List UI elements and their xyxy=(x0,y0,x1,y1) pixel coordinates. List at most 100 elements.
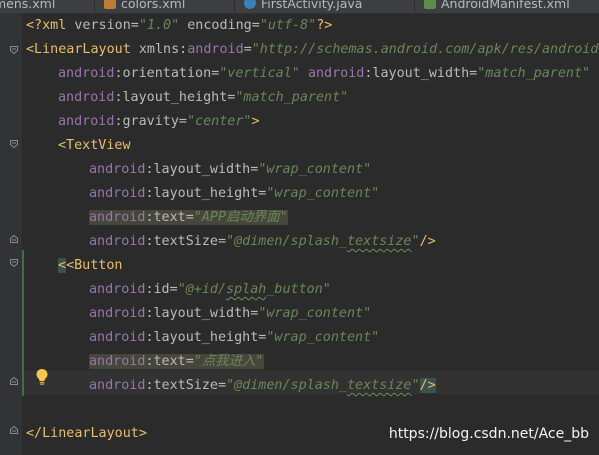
code-line-xml-prolog[interactable]: <?xml version="1.0" encoding="utf-8"?> xyxy=(26,14,332,38)
attr-name: :layout_width= xyxy=(145,162,259,177)
typo-warning-text: textsize xyxy=(347,234,412,249)
attr-name: :text= xyxy=(145,354,194,369)
attr-name: :layout_height= xyxy=(114,90,236,105)
attr-value: "@dimen/splash_ xyxy=(226,378,347,393)
attr-value: "@dimen/splash_ xyxy=(226,234,347,249)
namespace: android xyxy=(89,186,146,201)
tab-firstactivity-java[interactable]: FirstActivity.java xyxy=(244,0,362,12)
code-line-button-open[interactable]: <<Button xyxy=(58,254,123,278)
tag-close: /> xyxy=(419,234,436,249)
java-class-icon xyxy=(244,0,256,9)
code-line-textview-text[interactable]: android:text="APP启动界面" xyxy=(89,206,288,230)
tag-close: /> xyxy=(419,378,436,393)
namespace: android xyxy=(89,162,146,177)
code-line-button-width[interactable]: android:layout_width="wrap_content" xyxy=(89,302,371,326)
tab-divider xyxy=(414,0,415,13)
tag-name: <TextView xyxy=(58,138,131,153)
scope-indicator xyxy=(22,250,24,396)
unfold-icon[interactable] xyxy=(10,426,18,434)
watermark-text: https://blog.csdn.net/Ace_bb xyxy=(388,426,589,442)
namespace: android xyxy=(58,66,115,81)
hardcoded-string-value: "点我进入" xyxy=(193,354,264,369)
namespace: android xyxy=(187,42,244,57)
namespace: android xyxy=(89,330,146,345)
attr-value: " xyxy=(411,378,420,393)
attr-value: "1.0" xyxy=(138,18,180,33)
attr-equals: = xyxy=(243,42,252,57)
code-editor[interactable]: <?xml version="1.0" encoding="utf-8"?> <… xyxy=(22,14,599,455)
code-line-textview-width[interactable]: android:layout_width="wrap_content" xyxy=(89,158,371,182)
unfold-icon[interactable] xyxy=(10,377,18,385)
tab-divider xyxy=(94,0,95,13)
xml-file-icon xyxy=(104,0,116,9)
namespace: android xyxy=(89,210,146,225)
attr-name: version= xyxy=(66,18,139,33)
tag-close: > xyxy=(251,114,260,129)
editor-gutter xyxy=(0,14,22,455)
code-line-button-id[interactable]: android:id="@+id/splah_button" xyxy=(89,278,331,302)
namespace: android xyxy=(89,282,146,297)
attr-value: "http://schemas.android.com/apk/res/andr… xyxy=(251,42,599,57)
typo-warning-text: splah xyxy=(226,282,267,297)
attr-name: encoding= xyxy=(179,18,260,33)
attr-value: "wrap_content" xyxy=(258,162,372,177)
code-line-button-text[interactable]: android:text="点我进入" xyxy=(89,350,264,374)
bracket-match: < xyxy=(58,258,67,273)
tab-divider xyxy=(234,0,235,13)
attr-name: :layout_height= xyxy=(145,186,267,201)
xml-prolog-close: ?> xyxy=(316,18,333,33)
tag-name: <Button xyxy=(66,258,123,273)
attr-value: "utf-8" xyxy=(259,18,317,33)
namespace: android xyxy=(58,90,115,105)
attr-value: "@+id/ xyxy=(177,282,227,297)
editor-tab-bar: mens.xml colors.xml FirstActivity.java A… xyxy=(0,0,599,14)
attr-name: xmlns: xyxy=(130,42,188,57)
attr-name: :id= xyxy=(145,282,178,297)
code-line-button-textsize[interactable]: android:textSize="@dimen/splash_textsize… xyxy=(89,374,436,398)
attr-value: "center" xyxy=(187,114,252,129)
code-line-linearlayout-open[interactable]: <LinearLayout xmlns:android="http://sche… xyxy=(26,38,599,62)
attr-value: _button" xyxy=(266,282,331,297)
attr-name: :orientation= xyxy=(114,66,220,81)
code-line-textview-textsize[interactable]: android:textSize="@dimen/splash_textsize… xyxy=(89,230,436,254)
manifest-file-icon xyxy=(424,0,436,9)
namespace: android xyxy=(58,114,115,129)
attr-name: :textSize= xyxy=(145,234,227,249)
attr-name: :layout_height= xyxy=(145,330,267,345)
typo-warning-text: textsize xyxy=(347,378,412,393)
tab-androidmanifest-xml[interactable]: AndroidManifest.xml xyxy=(424,0,570,12)
namespace: android xyxy=(89,354,146,369)
attr-name: :textSize= xyxy=(145,378,227,393)
xml-prolog: <?xml xyxy=(26,18,67,33)
fold-icon[interactable] xyxy=(10,140,18,148)
code-line-button-height[interactable]: android:layout_height="wrap_content" xyxy=(89,326,379,350)
tag-name: </LinearLayout> xyxy=(26,426,147,441)
attr-name: :gravity= xyxy=(114,114,187,129)
fold-icon[interactable] xyxy=(10,259,18,267)
tag-name: <LinearLayout xyxy=(26,42,131,57)
attr-value: "wrap_content" xyxy=(266,186,380,201)
attr-value: " xyxy=(411,234,420,249)
code-line-gravity[interactable]: android:gravity="center"> xyxy=(58,110,260,134)
attr-value: "match_parent" xyxy=(235,90,349,105)
code-line-orientation[interactable]: android:orientation="vertical" android:l… xyxy=(58,62,590,86)
attr-name: :layout_width= xyxy=(145,306,259,321)
code-line-textview-open[interactable]: <TextView xyxy=(58,134,131,158)
tab-mens-xml[interactable]: mens.xml xyxy=(0,0,55,12)
attr-value: "wrap_content" xyxy=(258,306,372,321)
code-line-linearlayout-close[interactable]: </LinearLayout> xyxy=(26,422,147,446)
lightbulb-icon[interactable] xyxy=(35,368,49,386)
namespace: android xyxy=(307,66,365,81)
attr-value: "vertical" xyxy=(219,66,300,81)
attr-value: "match_parent" xyxy=(477,66,591,81)
hardcoded-string-value: "APP启动界面" xyxy=(193,210,288,225)
tab-colors-xml[interactable]: colors.xml xyxy=(104,0,185,12)
attr-name: :text= xyxy=(145,210,194,225)
code-line-layout-height[interactable]: android:layout_height="match_parent" xyxy=(58,86,348,110)
attr-value: "wrap_content" xyxy=(266,330,380,345)
code-line-textview-height[interactable]: android:layout_height="wrap_content" xyxy=(89,182,379,206)
attr-name: :layout_width= xyxy=(364,66,478,81)
unfold-icon[interactable] xyxy=(10,235,18,243)
fold-icon[interactable] xyxy=(10,46,18,54)
namespace: android xyxy=(89,234,146,249)
